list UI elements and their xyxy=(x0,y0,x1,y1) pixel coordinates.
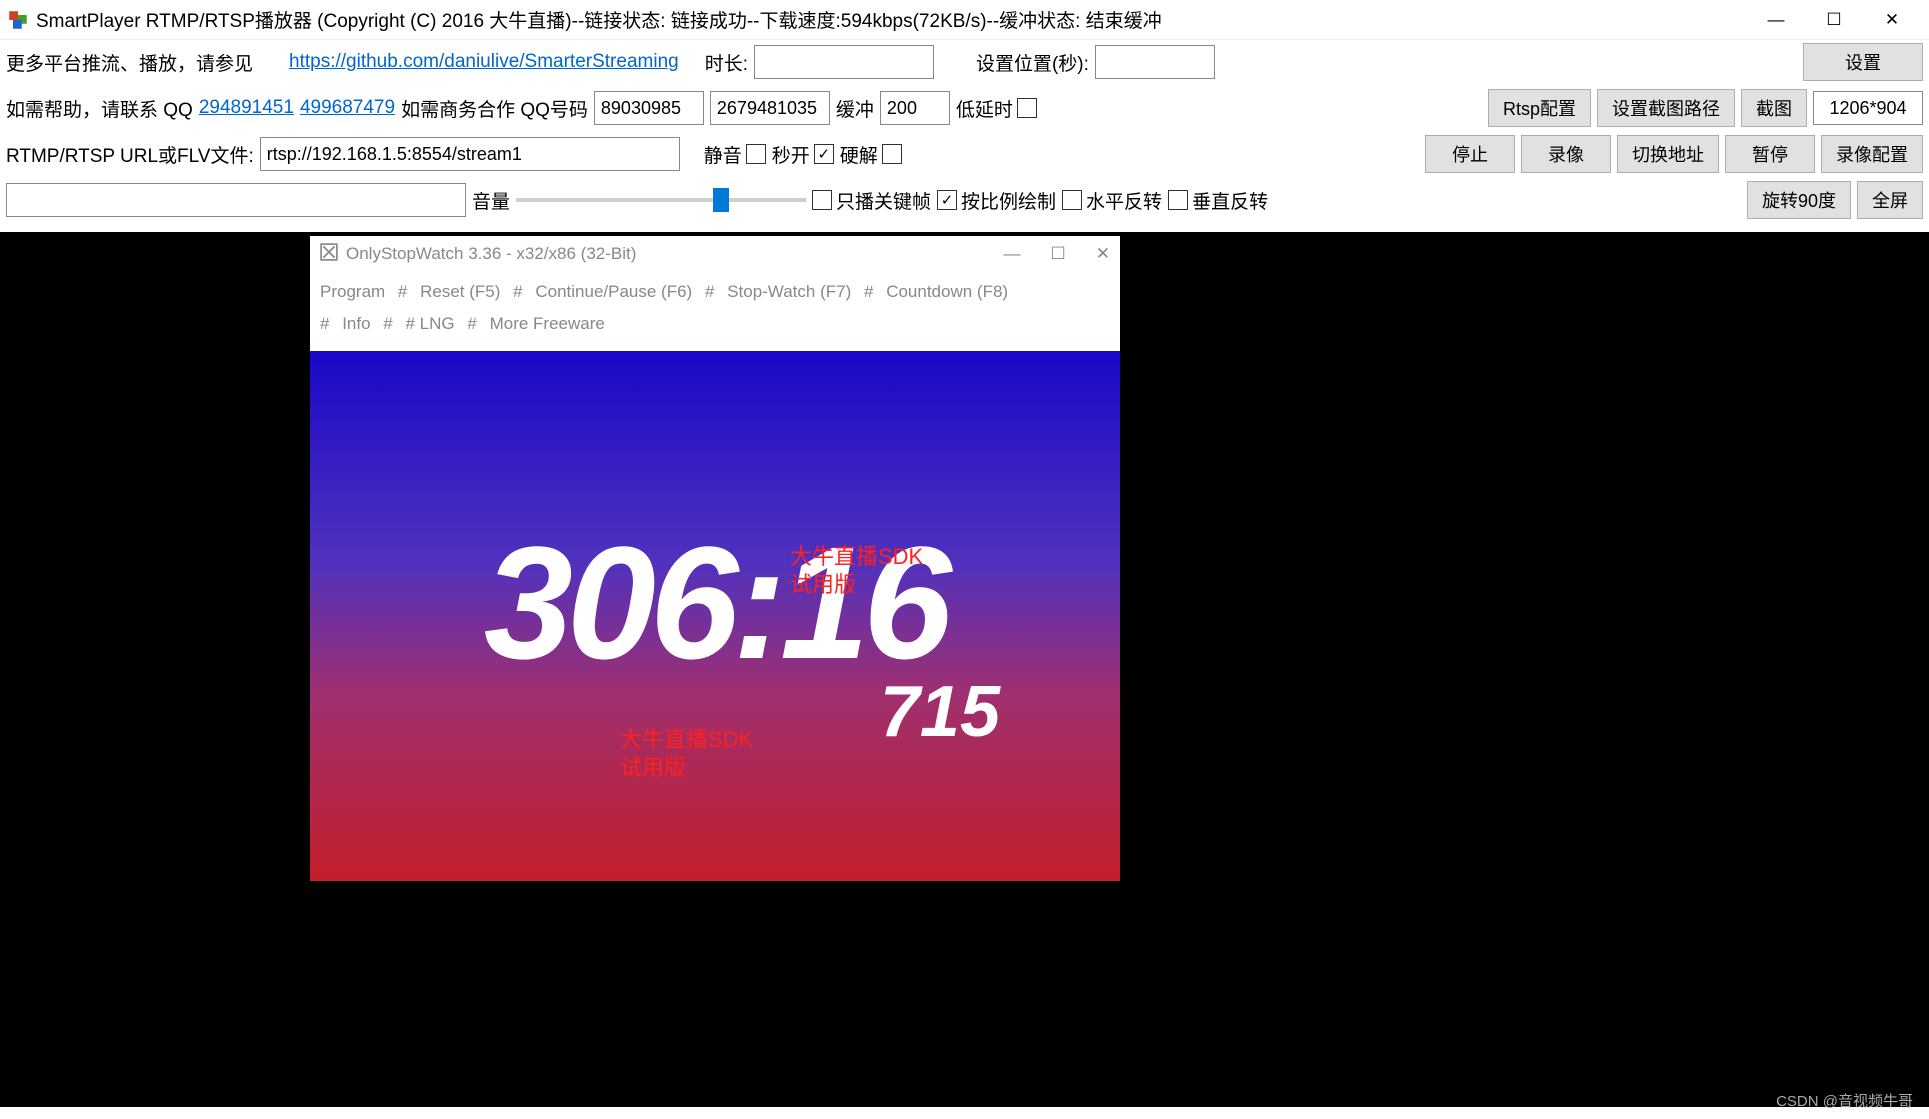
app-icon xyxy=(8,10,28,30)
rotate-button[interactable]: 旋转90度 xyxy=(1747,181,1851,219)
buffer-input[interactable] xyxy=(880,91,950,125)
timer-sub: 715 xyxy=(880,671,1000,753)
screenshot-path-button[interactable]: 设置截图路径 xyxy=(1597,89,1735,127)
titlebar: SmartPlayer RTMP/RTSP播放器 (Copyright (C) … xyxy=(0,0,1929,40)
row-2: 如需帮助，请联系 QQ 294891451 499687479 如需商务合作 Q… xyxy=(6,88,1923,128)
stopwatch-app-icon xyxy=(320,243,338,266)
resolution-input[interactable] xyxy=(1813,91,1923,125)
minimize-button[interactable]: — xyxy=(1747,0,1805,40)
menu-sep: # xyxy=(398,282,407,301)
menu-sep: # xyxy=(513,282,522,301)
pause-button[interactable]: 暂停 xyxy=(1725,135,1815,173)
fast-open-checkbox[interactable]: ✓ xyxy=(814,144,834,164)
rtsp-config-button[interactable]: Rtsp配置 xyxy=(1488,89,1591,127)
blank-input[interactable] xyxy=(6,183,466,217)
stopwatch-maximize-button[interactable]: ☐ xyxy=(1051,244,1066,264)
footer-watermark: CSDN @音视频牛哥 xyxy=(1776,1090,1913,1111)
volume-slider[interactable] xyxy=(516,188,806,212)
stopwatch-minimize-button[interactable]: — xyxy=(1004,244,1021,264)
hw-decode-label: 硬解 xyxy=(840,141,878,168)
vflip-label: 垂直反转 xyxy=(1192,187,1268,214)
keyframe-only-label: 只播关键帧 xyxy=(836,187,931,214)
row-3: RTMP/RTSP URL或FLV文件: 静音 秒开 ✓ 硬解 停止 录像 切换… xyxy=(6,134,1923,174)
stopwatch-menu: Program # Reset (F5) # Continue/Pause (F… xyxy=(310,272,1120,351)
stopwatch-display: 306:16 715 大牛直播SDK试用版 大牛直播SDK试用版 xyxy=(310,351,1120,881)
watermark-2: 大牛直播SDK试用版 xyxy=(620,726,753,783)
low-latency-label: 低延时 xyxy=(956,95,1013,122)
menu-more[interactable]: More Freeware xyxy=(490,314,605,333)
menu-reset[interactable]: Reset (F5) xyxy=(420,282,500,301)
menu-continue[interactable]: Continue/Pause (F6) xyxy=(535,282,692,301)
buffer-label: 缓冲 xyxy=(836,95,874,122)
url-label: RTMP/RTSP URL或FLV文件: xyxy=(6,141,254,168)
titlebar-text: SmartPlayer RTMP/RTSP播放器 (Copyright (C) … xyxy=(36,6,1747,33)
menu-stopwatch[interactable]: Stop-Watch (F7) xyxy=(727,282,851,301)
menu-info[interactable]: Info xyxy=(342,314,370,333)
stopwatch-close-button[interactable]: ✕ xyxy=(1096,244,1110,264)
record-button[interactable]: 录像 xyxy=(1521,135,1611,173)
row-1: 更多平台推流、播放，请参见 https://github.com/daniuli… xyxy=(6,42,1923,82)
stopwatch-title: OnlyStopWatch 3.36 - x32/x86 (32-Bit) xyxy=(346,244,1004,264)
biz-qq-1-input[interactable] xyxy=(594,91,704,125)
video-area: OnlyStopWatch 3.36 - x32/x86 (32-Bit) — … xyxy=(0,232,1929,1107)
stopwatch-titlebar: OnlyStopWatch 3.36 - x32/x86 (32-Bit) — … xyxy=(310,236,1120,272)
toolbar: 更多平台推流、播放，请参见 https://github.com/daniuli… xyxy=(0,40,1929,228)
row-4: 音量 只播关键帧 ✓ 按比例绘制 水平反转 垂直反转 旋转90度 全屏 xyxy=(6,180,1923,220)
duration-label: 时长: xyxy=(705,49,748,76)
biz-qq-2-input[interactable] xyxy=(710,91,830,125)
duration-input[interactable] xyxy=(754,45,934,79)
switch-address-button[interactable]: 切换地址 xyxy=(1617,135,1719,173)
record-config-button[interactable]: 录像配置 xyxy=(1821,135,1923,173)
window-buttons: — ☐ ✕ xyxy=(1747,0,1921,40)
hflip-label: 水平反转 xyxy=(1086,187,1162,214)
biz-label: 如需商务合作 QQ号码 xyxy=(401,95,588,122)
screenshot-button[interactable]: 截图 xyxy=(1741,89,1807,127)
qq-link-2[interactable]: 499687479 xyxy=(300,97,395,119)
close-button[interactable]: ✕ xyxy=(1863,0,1921,40)
low-latency-checkbox[interactable] xyxy=(1017,98,1037,118)
menu-sep: # xyxy=(705,282,714,301)
mute-checkbox[interactable] xyxy=(746,144,766,164)
qq-link-1[interactable]: 294891451 xyxy=(199,97,294,119)
menu-program[interactable]: Program xyxy=(320,282,385,301)
hw-decode-checkbox[interactable] xyxy=(882,144,902,164)
more-platforms-label: 更多平台推流、播放，请参见 xyxy=(6,49,253,76)
settings-button[interactable]: 设置 xyxy=(1803,43,1923,81)
set-position-input[interactable] xyxy=(1095,45,1215,79)
menu-sep: # xyxy=(467,314,476,333)
watermark-1: 大牛直播SDK试用版 xyxy=(790,543,923,600)
set-position-label: 设置位置(秒): xyxy=(976,49,1089,76)
keyframe-only-checkbox[interactable] xyxy=(812,190,832,210)
hflip-checkbox[interactable] xyxy=(1062,190,1082,210)
menu-sep: # xyxy=(320,314,329,333)
maximize-button[interactable]: ☐ xyxy=(1805,0,1863,40)
menu-sep: # xyxy=(383,314,392,333)
fullscreen-button[interactable]: 全屏 xyxy=(1857,181,1923,219)
stop-button[interactable]: 停止 xyxy=(1425,135,1515,173)
github-link[interactable]: https://github.com/daniulive/SmarterStre… xyxy=(289,51,679,73)
menu-sep: # xyxy=(864,282,873,301)
scale-draw-checkbox[interactable]: ✓ xyxy=(937,190,957,210)
scale-draw-label: 按比例绘制 xyxy=(961,187,1056,214)
menu-countdown[interactable]: Countdown (F8) xyxy=(886,282,1008,301)
volume-label: 音量 xyxy=(472,187,510,214)
vflip-checkbox[interactable] xyxy=(1168,190,1188,210)
timer-main: 306:16 xyxy=(310,511,1120,695)
stopwatch-window: OnlyStopWatch 3.36 - x32/x86 (32-Bit) — … xyxy=(310,236,1120,881)
mute-label: 静音 xyxy=(704,141,742,168)
help-label: 如需帮助，请联系 QQ xyxy=(6,95,193,122)
url-input[interactable] xyxy=(260,137,680,171)
menu-lng[interactable]: # LNG xyxy=(406,314,455,333)
fast-open-label: 秒开 xyxy=(772,141,810,168)
